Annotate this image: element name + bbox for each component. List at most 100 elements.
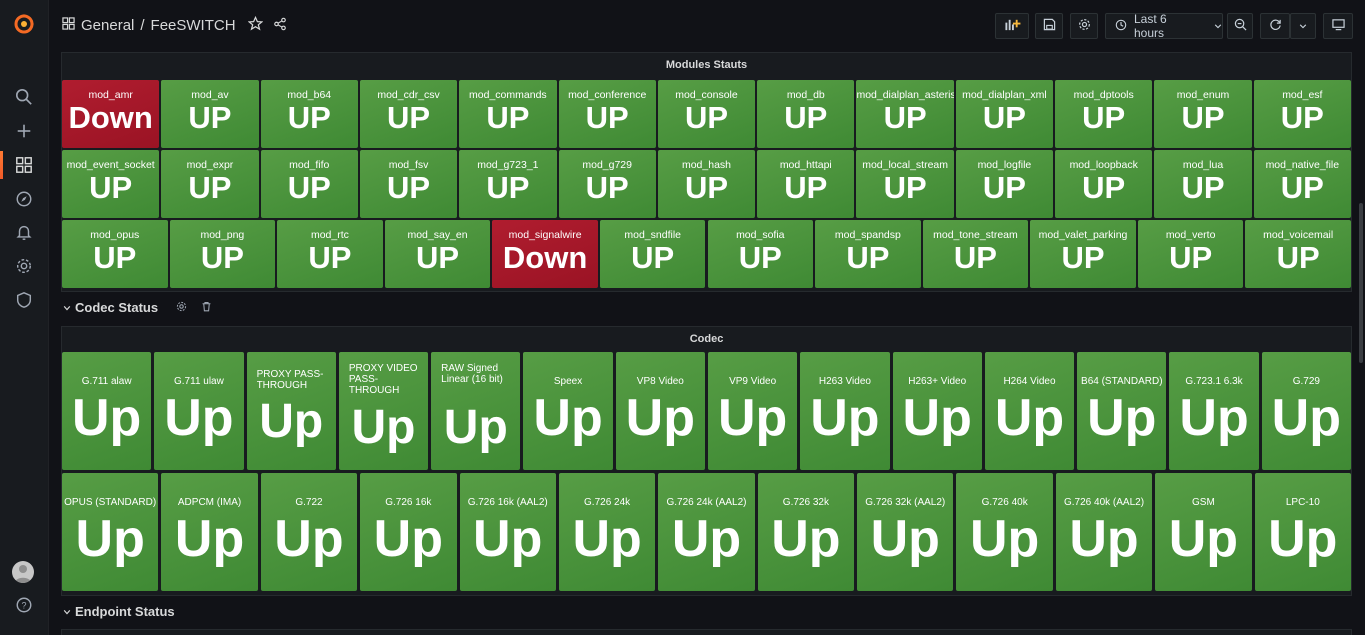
module-tile[interactable]: mod_httapi UP [757, 150, 855, 218]
module-tile[interactable]: mod_db UP [757, 80, 855, 148]
module-tile[interactable]: mod_amr Down [62, 80, 160, 148]
codec-tile[interactable]: RAW Signed Linear (16 bit) Up [431, 352, 521, 470]
bell-icon[interactable] [14, 222, 34, 242]
trash-icon[interactable] [201, 300, 212, 315]
module-tile[interactable]: mod_expr UP [161, 150, 259, 218]
module-tile[interactable]: mod_loopback UP [1055, 150, 1153, 218]
settings-icon [1078, 18, 1091, 34]
module-tile[interactable]: mod_logfile UP [955, 150, 1054, 218]
module-tile[interactable]: mod_voicemail UP [1245, 220, 1351, 288]
codec-tile[interactable]: VP9 Video Up [708, 352, 798, 470]
scrollbar[interactable] [1359, 203, 1363, 363]
codec-tile[interactable]: G.726 32k Up [757, 473, 855, 591]
codec-tile[interactable]: G.726 16k Up [360, 473, 457, 591]
time-range-picker[interactable]: Last 6 hours [1105, 12, 1223, 40]
module-tile[interactable]: mod_fifo UP [260, 150, 358, 218]
tv-mode-button[interactable] [1323, 13, 1353, 39]
codec-tile[interactable]: H264 Video Up [984, 352, 1075, 470]
module-tile[interactable]: mod_b64 UP [260, 80, 358, 148]
module-tile[interactable]: mod_dialplan_asterisk UP [856, 80, 954, 148]
codec-tile[interactable]: G.726 32k (AAL2) Up [857, 473, 954, 591]
panel-title[interactable]: Codec [62, 327, 1351, 351]
module-tile[interactable]: mod_console UP [657, 80, 756, 148]
plus-icon[interactable] [14, 121, 34, 141]
codec-status-row[interactable]: Codec Status [63, 300, 212, 315]
search-icon[interactable] [14, 87, 34, 107]
module-tile[interactable]: mod_cdr_csv UP [359, 80, 458, 148]
gear-icon[interactable] [176, 300, 187, 315]
zoom-out-button[interactable] [1227, 13, 1253, 39]
module-tile[interactable]: mod_tone_stream UP [922, 220, 1029, 288]
star-icon[interactable] [247, 15, 264, 35]
module-tile[interactable]: mod_esf UP [1253, 80, 1351, 148]
module-tile[interactable]: mod_native_file UP [1253, 150, 1351, 218]
module-tile[interactable]: mod_av UP [161, 80, 259, 148]
codec-tile[interactable]: G.726 24k Up [558, 473, 656, 591]
refresh-button[interactable] [1260, 13, 1290, 39]
module-tile[interactable]: mod_spandsp UP [815, 220, 921, 288]
codec-status-value: Up [373, 510, 443, 568]
module-tile[interactable]: mod_sndfile UP [599, 220, 706, 288]
compass-icon[interactable] [14, 189, 34, 209]
help-icon[interactable]: ? [14, 595, 34, 615]
breadcrumb-folder[interactable]: General [81, 17, 134, 34]
dashboards-icon[interactable] [14, 155, 34, 175]
codec-name: G.726 24k [584, 497, 631, 508]
codec-tile[interactable]: G.726 16k (AAL2) Up [459, 473, 556, 591]
codec-tile[interactable]: G.729 Up [1261, 352, 1351, 470]
module-tile[interactable]: mod_signalwire Down [492, 220, 598, 288]
module-tile[interactable]: mod_verto UP [1137, 220, 1244, 288]
module-tile[interactable]: mod_local_stream UP [856, 150, 954, 218]
codec-tile[interactable]: G.726 40k (AAL2) Up [1055, 473, 1153, 591]
module-status-value: UP [387, 170, 431, 205]
codec-tile[interactable]: ADPCM (IMA) Up [161, 473, 258, 591]
grafana-logo-icon[interactable] [12, 12, 36, 36]
module-tile[interactable]: mod_event_socket UP [62, 150, 160, 218]
codec-tile[interactable]: H263+ Video Up [892, 352, 982, 470]
module-tile[interactable]: mod_dialplan_xml UP [955, 80, 1054, 148]
user-avatar[interactable] [12, 561, 34, 583]
save-button[interactable] [1035, 13, 1063, 39]
module-tile[interactable]: mod_say_en UP [384, 220, 491, 288]
module-tile[interactable]: mod_lua UP [1154, 150, 1252, 218]
shield-icon[interactable] [14, 290, 34, 310]
codec-tile[interactable]: G.711 ulaw Up [154, 352, 244, 470]
codec-tile[interactable]: H263 Video Up [800, 352, 890, 470]
codec-tile[interactable]: G.726 24k (AAL2) Up [658, 473, 755, 591]
codec-tile[interactable]: LPC-10 Up [1254, 473, 1351, 591]
add-panel-button[interactable] [995, 13, 1029, 39]
dashboard-settings-button[interactable] [1070, 13, 1098, 39]
module-tile[interactable]: mod_g723_1 UP [459, 150, 557, 218]
endpoint-status-row[interactable]: Endpoint Status [63, 604, 175, 619]
module-tile[interactable]: mod_commands UP [459, 80, 557, 148]
codec-tile[interactable]: G.722 Up [260, 473, 358, 591]
codec-tile[interactable]: VP8 Video Up [615, 352, 705, 470]
codec-tile[interactable]: PROXY VIDEO PASS-THROUGH Up [338, 352, 429, 470]
module-tile[interactable]: mod_fsv UP [359, 150, 458, 218]
chevron-down-icon [1214, 19, 1222, 33]
codec-tile[interactable]: GSM Up [1155, 473, 1252, 591]
codec-tile[interactable]: G.726 40k Up [956, 473, 1053, 591]
gear-icon[interactable] [14, 256, 34, 276]
codec-tile[interactable]: G.723.1 6.3k Up [1169, 352, 1259, 470]
module-tile[interactable]: mod_hash UP [657, 150, 756, 218]
module-tile[interactable]: mod_sofia UP [707, 220, 814, 288]
codec-tile[interactable]: OPUS (STANDARD) Up [62, 473, 159, 591]
module-tile[interactable]: mod_png UP [169, 220, 276, 288]
module-tile[interactable]: mod_dptools UP [1055, 80, 1153, 148]
codec-tile[interactable]: B64 (STANDARD) Up [1077, 352, 1167, 470]
module-tile[interactable]: mod_opus UP [62, 220, 168, 288]
module-tile[interactable]: mod_rtc UP [277, 220, 383, 288]
module-tile[interactable]: mod_valet_parking UP [1030, 220, 1136, 288]
codec-tile[interactable]: G.711 alaw Up [62, 352, 152, 470]
panel-title[interactable]: Modules Stauts [62, 53, 1351, 77]
dashboard-title[interactable]: FeeSWITCH [151, 17, 236, 34]
codec-name: G.723.1 6.3k [1185, 376, 1243, 387]
share-icon[interactable] [273, 17, 287, 35]
module-tile[interactable]: mod_g729 UP [558, 150, 656, 218]
codec-tile[interactable]: PROXY PASS-THROUGH Up [246, 352, 336, 470]
refresh-interval-dropdown[interactable] [1290, 13, 1316, 39]
module-tile[interactable]: mod_enum UP [1154, 80, 1252, 148]
codec-tile[interactable]: Speex Up [523, 352, 613, 470]
module-tile[interactable]: mod_conference UP [558, 80, 656, 148]
